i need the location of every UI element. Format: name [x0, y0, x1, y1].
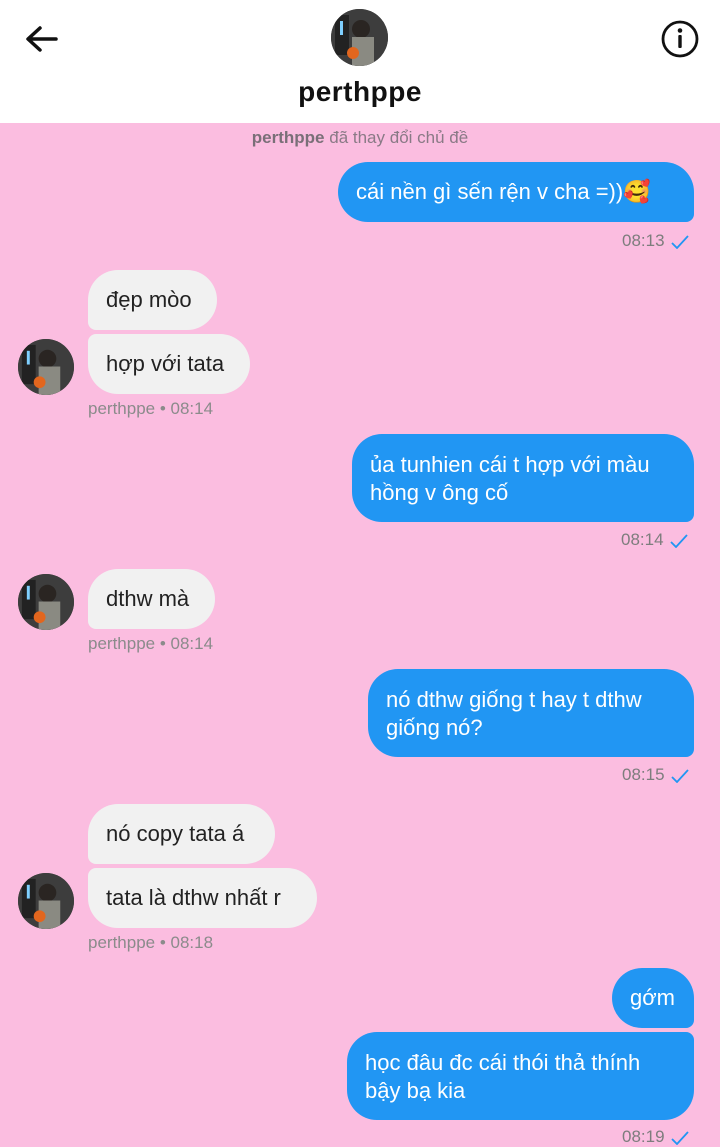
outgoing-message[interactable]: nó dthw giống t hay t dthw giống nó?: [368, 669, 694, 757]
message-line-1: học đâu đc cái thói thả thính: [365, 1050, 641, 1075]
message-text: đẹp mòo: [106, 287, 192, 312]
back-arrow-icon[interactable]: [22, 20, 62, 60]
sent-check-icon: [670, 234, 689, 249]
sent-check-icon: [669, 533, 688, 548]
sender-meta: perthppe • 08:18: [88, 933, 214, 952]
message-line-1: ủa tunhien cái t hợp với màu: [370, 452, 650, 477]
outgoing-message[interactable]: học đâu đc cái thói thả thính bậy bạ kia: [347, 1032, 694, 1120]
incoming-message[interactable]: hợp với tata: [88, 334, 250, 394]
message-time: 08:19: [622, 1127, 689, 1147]
incoming-message[interactable]: tata là dthw nhất r: [88, 868, 317, 928]
message-text: cái nền gì sến rện v cha =))🥰: [356, 179, 651, 204]
incoming-message[interactable]: dthw mà: [88, 569, 215, 629]
outgoing-message[interactable]: cái nền gì sến rện v cha =))🥰: [338, 162, 694, 222]
message-text: gớm: [630, 985, 675, 1010]
sender-meta: perthppe • 08:14: [88, 399, 214, 418]
message-text: hợp với tata: [106, 351, 225, 376]
header-username[interactable]: perthppe: [0, 76, 720, 108]
message-line-2: bậy bạ kia: [365, 1078, 466, 1103]
sender-avatar[interactable]: [18, 873, 74, 929]
sender-meta: perthppe • 08:14: [88, 634, 214, 653]
incoming-message[interactable]: đẹp mòo: [88, 270, 217, 330]
info-icon[interactable]: [660, 18, 700, 58]
outgoing-message[interactable]: gớm: [612, 968, 694, 1028]
outgoing-message[interactable]: ủa tunhien cái t hợp với màu hồng v ông …: [352, 434, 694, 522]
sender-avatar[interactable]: [18, 339, 74, 395]
message-time: 08:14: [621, 530, 688, 550]
chat-header: perthppe: [0, 0, 720, 123]
message-line-2: giống nó?: [386, 715, 483, 740]
notice-actor: perthppe: [251, 128, 325, 147]
message-time: 08:13: [622, 231, 689, 251]
message-text: nó copy tata á: [106, 821, 245, 846]
incoming-message[interactable]: nó copy tata á: [88, 804, 275, 864]
theme-change-notice: perthppe đã thay đổi chủ đề: [0, 128, 720, 148]
header-avatar[interactable]: [331, 9, 388, 66]
sender-avatar[interactable]: [18, 574, 74, 630]
message-line-1: nó dthw giống t hay t dthw: [386, 687, 642, 712]
sent-check-icon: [670, 768, 689, 783]
notice-text: đã thay đổi chủ đề: [329, 128, 469, 147]
message-text: dthw mà: [106, 586, 190, 611]
sent-check-icon: [670, 1130, 689, 1145]
message-text: tata là dthw nhất r: [106, 885, 281, 910]
message-time: 08:15: [622, 765, 689, 785]
message-line-2: hồng v ông cố: [370, 480, 509, 505]
